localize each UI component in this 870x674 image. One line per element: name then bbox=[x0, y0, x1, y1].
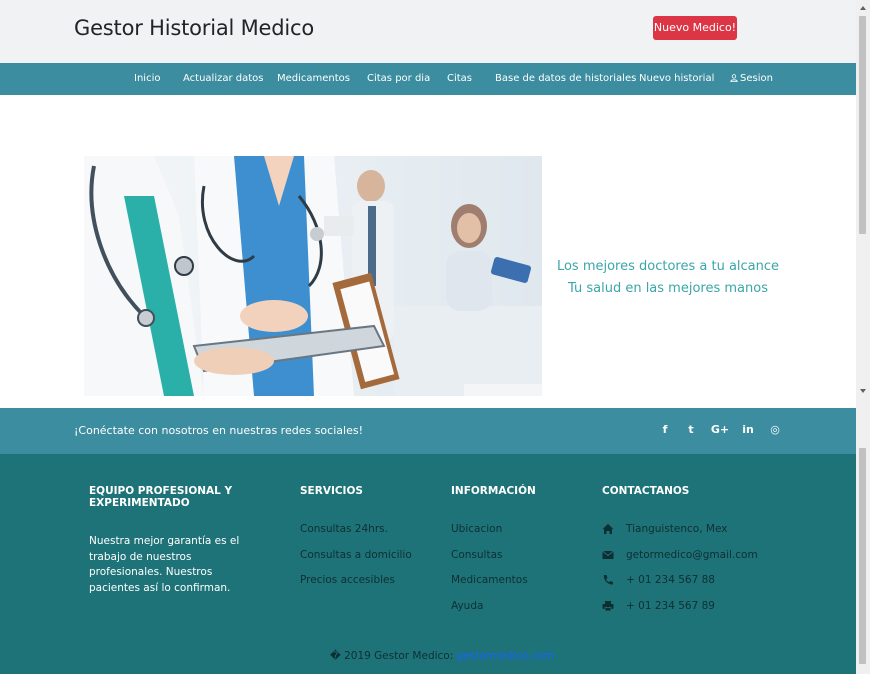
new-doctor-button[interactable]: Nuevo Medico! bbox=[653, 16, 737, 40]
scroll-down-arrow-icon[interactable] bbox=[859, 387, 867, 395]
copyright-text: � 2019 Gestor Medico: bbox=[330, 650, 454, 662]
hero-tagline-1: Los mejores doctores a tu alcance bbox=[556, 259, 780, 274]
phone-icon bbox=[603, 575, 613, 585]
social-bar: ¡Conéctate con nosotros en nuestras rede… bbox=[0, 408, 856, 454]
nav-item-inicio[interactable]: Inicio bbox=[134, 63, 160, 95]
footer-link-medicamentos[interactable]: Medicamentos bbox=[451, 574, 528, 586]
google-plus-icon[interactable]: G+ bbox=[710, 423, 730, 437]
copyright: � 2019 Gestor Medico: gestormedico.com bbox=[330, 650, 554, 662]
nav-item-citas-por-dia[interactable]: Citas por dia bbox=[367, 63, 430, 95]
facebook-icon[interactable]: f bbox=[657, 423, 673, 437]
brand-title[interactable]: Gestor Historial Medico bbox=[74, 16, 314, 40]
hero-tagline-2: Tu salud en las mejores manos bbox=[568, 281, 768, 296]
home-icon bbox=[602, 524, 614, 534]
footer: EQUIPO PROFESIONAL Y EXPERIMENTADO Nuest… bbox=[0, 454, 856, 674]
scrollbar-thumb[interactable] bbox=[859, 16, 866, 234]
nav-item-medicamentos[interactable]: Medicamentos bbox=[277, 63, 350, 95]
nav-item-citas[interactable]: Citas bbox=[447, 63, 472, 95]
footer-link-consultas[interactable]: Consultas bbox=[451, 549, 502, 561]
social-text: ¡Conéctate con nosotros en nuestras rede… bbox=[74, 424, 363, 437]
footer-link-ubicacion[interactable]: Ubicacion bbox=[451, 523, 502, 535]
contact-fax: + 01 234 567 89 bbox=[626, 600, 715, 612]
contact-email: getormedico@gmail.com bbox=[626, 549, 758, 561]
footer-title-servicios: SERVICIOS bbox=[300, 485, 363, 497]
footer-about-text: Nuestra mejor garantía es el trabajo de … bbox=[89, 535, 240, 594]
footer-title-equipo: EQUIPO PROFESIONAL Y EXPERIMENTADO bbox=[89, 485, 233, 509]
instagram-icon[interactable]: ◎ bbox=[767, 423, 783, 437]
nav-item-base-de-datos[interactable]: Base de datos de historiales bbox=[495, 63, 636, 95]
footer-link-consultas-domicilio[interactable]: Consultas a domicilio bbox=[300, 549, 412, 561]
footer-link-ayuda[interactable]: Ayuda bbox=[451, 600, 483, 612]
contact-address: Tianguistenco, Mex bbox=[626, 523, 728, 535]
envelope-icon bbox=[602, 550, 614, 559]
footer-title-informacion: INFORMACIÓN bbox=[451, 485, 536, 497]
contact-phone: + 01 234 567 88 bbox=[626, 574, 715, 586]
footer-link-consultas-24hrs[interactable]: Consultas 24hrs. bbox=[300, 523, 388, 535]
user-icon bbox=[730, 74, 738, 82]
scroll-up-arrow-icon[interactable] bbox=[859, 4, 867, 12]
hero-image-doctors bbox=[84, 156, 542, 396]
sesion-label: Sesion bbox=[740, 73, 773, 84]
printer-icon bbox=[602, 601, 614, 612]
nav-item-sesion[interactable]: Sesion bbox=[730, 63, 773, 95]
twitter-icon[interactable]: t bbox=[683, 423, 699, 437]
copyright-link[interactable]: gestormedico.com bbox=[457, 650, 554, 662]
footer-link-precios[interactable]: Precios accesibles bbox=[300, 574, 395, 586]
scrollbar-thumb-lower[interactable] bbox=[859, 448, 866, 664]
footer-title-contactanos: CONTACTANOS bbox=[602, 485, 690, 497]
nav-item-actualizar-datos[interactable]: Actualizar datos bbox=[183, 63, 264, 95]
nav-item-nuevo-historial[interactable]: Nuevo historial bbox=[639, 63, 714, 95]
linkedin-icon[interactable]: in bbox=[740, 423, 756, 437]
main-nav: Inicio Actualizar datos Medicamentos Cit… bbox=[0, 63, 856, 95]
header: Gestor Historial Medico Nuevo Medico! bbox=[0, 0, 856, 63]
